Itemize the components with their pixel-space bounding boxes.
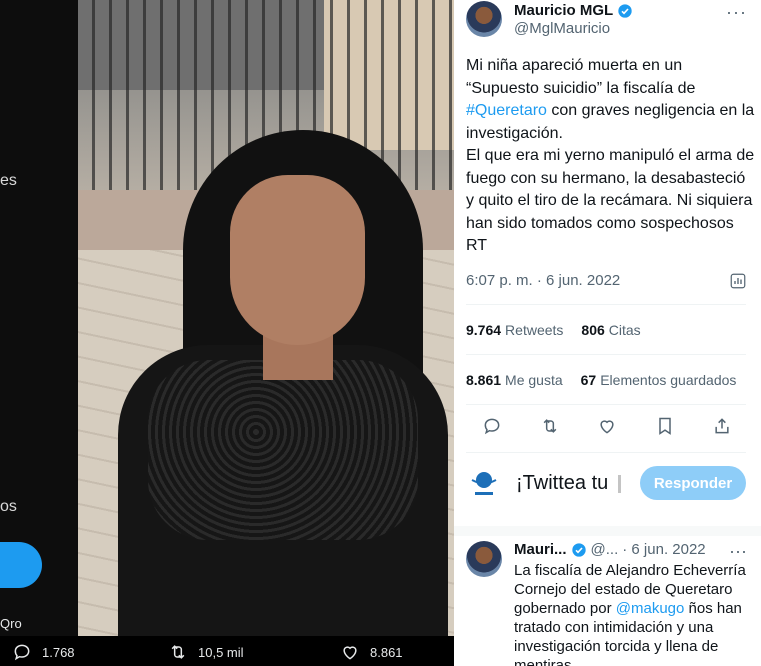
compose-placeholder: ¡Twittea tu [516,472,609,494]
reply-icon[interactable] [482,416,502,436]
analytics-icon[interactable] [729,272,747,290]
background-timeline: es os Qro [0,0,78,666]
retweets-label: Retweets [505,322,564,338]
author-name[interactable]: Mauricio MGL [514,2,613,19]
author-handle[interactable]: @MglMauricio [514,20,610,37]
retweets-value: 9.764 [466,322,502,338]
share-icon[interactable] [712,416,732,436]
verified-badge-icon [618,3,632,18]
reply-compose-input[interactable]: ¡Twittea tu [516,472,622,495]
avatar[interactable] [466,1,502,37]
heart-icon[interactable] [597,416,617,436]
reply-button[interactable]: Responder [640,466,746,500]
likes-stat[interactable]: 8.861 Me gusta [466,372,563,388]
retweet-icon [171,645,185,659]
media-retweet-button[interactable]: 10,5 mil [168,642,244,662]
background-post-button [0,542,42,588]
bookmark-icon[interactable] [655,416,675,436]
quotes-value: 806 [581,322,605,338]
bookmarks-value: 67 [580,372,597,388]
reply-header: Mauri... @... · 6 jun. 2022 [514,541,706,558]
mention-link[interactable]: @makugo [616,600,685,617]
tweet-text-part: con graves negligencia en la investigaci… [466,102,755,254]
tweet-timestamp[interactable]: 6:07 p. m. · 6 jun. 2022 [466,272,620,289]
media-like-button[interactable]: 8.861 [340,642,403,662]
retweets-stat[interactable]: 9.764 Retweets [466,322,563,338]
tweet-stats-row: 9.764 Retweets 806 Citas [466,322,641,338]
tweet-text-part: Mi niña apareció muerta en un “Supuesto … [466,57,700,97]
likes-label: Me gusta [505,372,563,388]
retweet-icon[interactable] [540,416,560,436]
bookmarks-label: Elementos guardados [600,372,737,388]
media-action-bar: 1.768 10,5 mil 8.861 [0,636,454,666]
divider [466,304,746,305]
reply-text: La fiscalía de Alejandro Echeverría Corn… [514,561,754,666]
more-options-icon[interactable]: ··· [726,2,747,23]
like-count: 8.861 [370,644,403,660]
tweet-actions [482,416,732,436]
reply-author-name[interactable]: Mauri... [514,541,567,558]
more-options-icon[interactable]: ··· [729,541,747,562]
retweet-count: 10,5 mil [198,644,244,660]
divider [466,452,746,453]
likes-value: 8.861 [466,372,502,388]
hashtag-link[interactable]: #Queretaro [466,102,547,119]
author-name-row[interactable]: Mauricio MGL [514,2,633,19]
heart-icon [343,646,357,660]
reply-author-handle[interactable]: @... [591,541,619,558]
divider [466,354,746,355]
quotes-label: Citas [608,322,641,338]
tweet-photo[interactable] [78,0,454,636]
divider [466,404,746,405]
section-separator [454,526,761,536]
background-text-fragment: es [0,172,17,189]
quotes-stat[interactable]: 806 Citas [581,322,640,338]
avatar[interactable] [466,541,502,577]
text-caret [618,474,622,493]
reply-icon [14,644,30,661]
bookmarks-stat[interactable]: 67 Elementos guardados [581,372,737,388]
reply-date[interactable]: · 6 jun. 2022 [622,541,705,558]
reply-count: 1.768 [42,644,75,660]
tweet-detail-panel: Mauricio MGL @MglMauricio ··· Mi niña ap… [454,0,761,666]
background-text-fragment: Qro [0,616,22,631]
tweet-text: Mi niña apareció muerta en un “Supuesto … [466,55,756,258]
media-reply-button[interactable]: 1.768 [12,642,75,662]
tweet-stats-row: 8.861 Me gusta 67 Elementos guardados [466,372,736,388]
background-text-fragment: os [0,498,17,515]
verified-badge-icon [571,542,586,557]
user-avatar-logo-icon[interactable] [466,468,502,500]
photo-subject-face [230,175,365,345]
photo-subject-lace [148,360,418,540]
